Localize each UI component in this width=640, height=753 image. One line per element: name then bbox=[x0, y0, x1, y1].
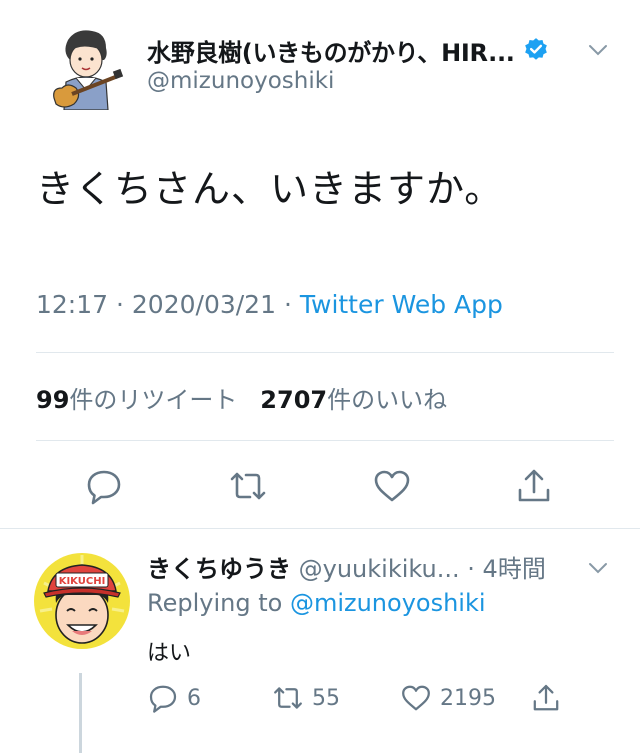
tweet-text: きくちさん、いきますか。 bbox=[36, 167, 504, 211]
tweet-time[interactable]: 12:17 bbox=[36, 290, 108, 319]
replying-mention[interactable]: @mizunoyoshiki bbox=[290, 589, 486, 617]
like-count: 2707 bbox=[260, 386, 328, 414]
author-handle[interactable]: @mizunoyoshiki bbox=[147, 68, 334, 94]
reply-author-avatar[interactable]: KIKUCHI bbox=[34, 553, 130, 649]
tweet-date[interactable]: 2020/03/21 bbox=[132, 290, 276, 319]
heart-icon[interactable] bbox=[372, 466, 412, 506]
retweet-icon[interactable] bbox=[228, 466, 268, 506]
author-name-row[interactable]: 水野良樹(いきものがかり、HIR... bbox=[147, 30, 549, 70]
divider bbox=[36, 440, 614, 441]
verified-badge-icon bbox=[524, 38, 547, 60]
engagement-stats: 99件のリツイート 2707件のいいね bbox=[36, 380, 447, 415]
chevron-down-icon[interactable] bbox=[584, 38, 612, 62]
reply-header: きくちゆうき @yuukikiku... · 4時間 bbox=[147, 549, 546, 584]
reply-text: はい bbox=[147, 641, 192, 666]
replying-prefix: Replying to bbox=[147, 589, 283, 617]
replying-to: Replying to @mizunoyoshiki bbox=[147, 589, 486, 617]
reply-like-count: 2195 bbox=[440, 685, 496, 711]
reply-author-handle[interactable]: @yuukikiku... bbox=[299, 555, 460, 583]
retweet-label: 件のリツイート bbox=[69, 386, 238, 414]
share-icon[interactable] bbox=[514, 466, 554, 506]
meta-separator: · bbox=[283, 290, 292, 319]
reply-retweet-count: 55 bbox=[312, 685, 340, 711]
main-tweet: 水野良樹(いきものがかり、HIR... @mizunoyoshiki きくちさん… bbox=[0, 0, 640, 528]
meta-separator: · bbox=[116, 290, 124, 319]
reply-like-button[interactable]: 2195 bbox=[400, 681, 496, 715]
reply-time[interactable]: · 4時間 bbox=[467, 555, 546, 583]
thread-line bbox=[79, 673, 82, 753]
divider bbox=[36, 352, 614, 353]
reply-count: 6 bbox=[187, 685, 201, 711]
retweet-count: 99 bbox=[36, 386, 70, 414]
reply-tweet[interactable]: KIKUCHI きくちゆうき @yuukikiku... · 4時間 Reply… bbox=[0, 529, 640, 753]
svg-text:KIKUCHI: KIKUCHI bbox=[59, 576, 106, 587]
tweet-metadata: 12:17 · 2020/03/21 · Twitter Web App bbox=[36, 290, 503, 319]
reply-share-button[interactable] bbox=[530, 681, 570, 715]
heart-icon bbox=[402, 685, 430, 711]
author-avatar[interactable] bbox=[46, 26, 124, 110]
author-name[interactable]: 水野良樹(いきものがかり、HIR... bbox=[147, 33, 515, 68]
reply-icon[interactable] bbox=[84, 466, 124, 506]
reply-retweet-button[interactable]: 55 bbox=[272, 681, 340, 715]
reply-author-name[interactable]: きくちゆうき bbox=[147, 555, 291, 583]
retweet-icon bbox=[274, 687, 302, 709]
tweet-source[interactable]: Twitter Web App bbox=[300, 290, 503, 319]
share-icon bbox=[533, 684, 559, 711]
reply-reply-button[interactable]: 6 bbox=[147, 681, 201, 715]
retweet-stat[interactable]: 99件のリツイート bbox=[36, 386, 237, 414]
reply-icon bbox=[149, 685, 177, 713]
like-stat[interactable]: 2707件のいいね bbox=[260, 386, 447, 414]
chevron-down-icon[interactable] bbox=[584, 557, 612, 579]
like-label: 件のいいね bbox=[327, 386, 448, 414]
